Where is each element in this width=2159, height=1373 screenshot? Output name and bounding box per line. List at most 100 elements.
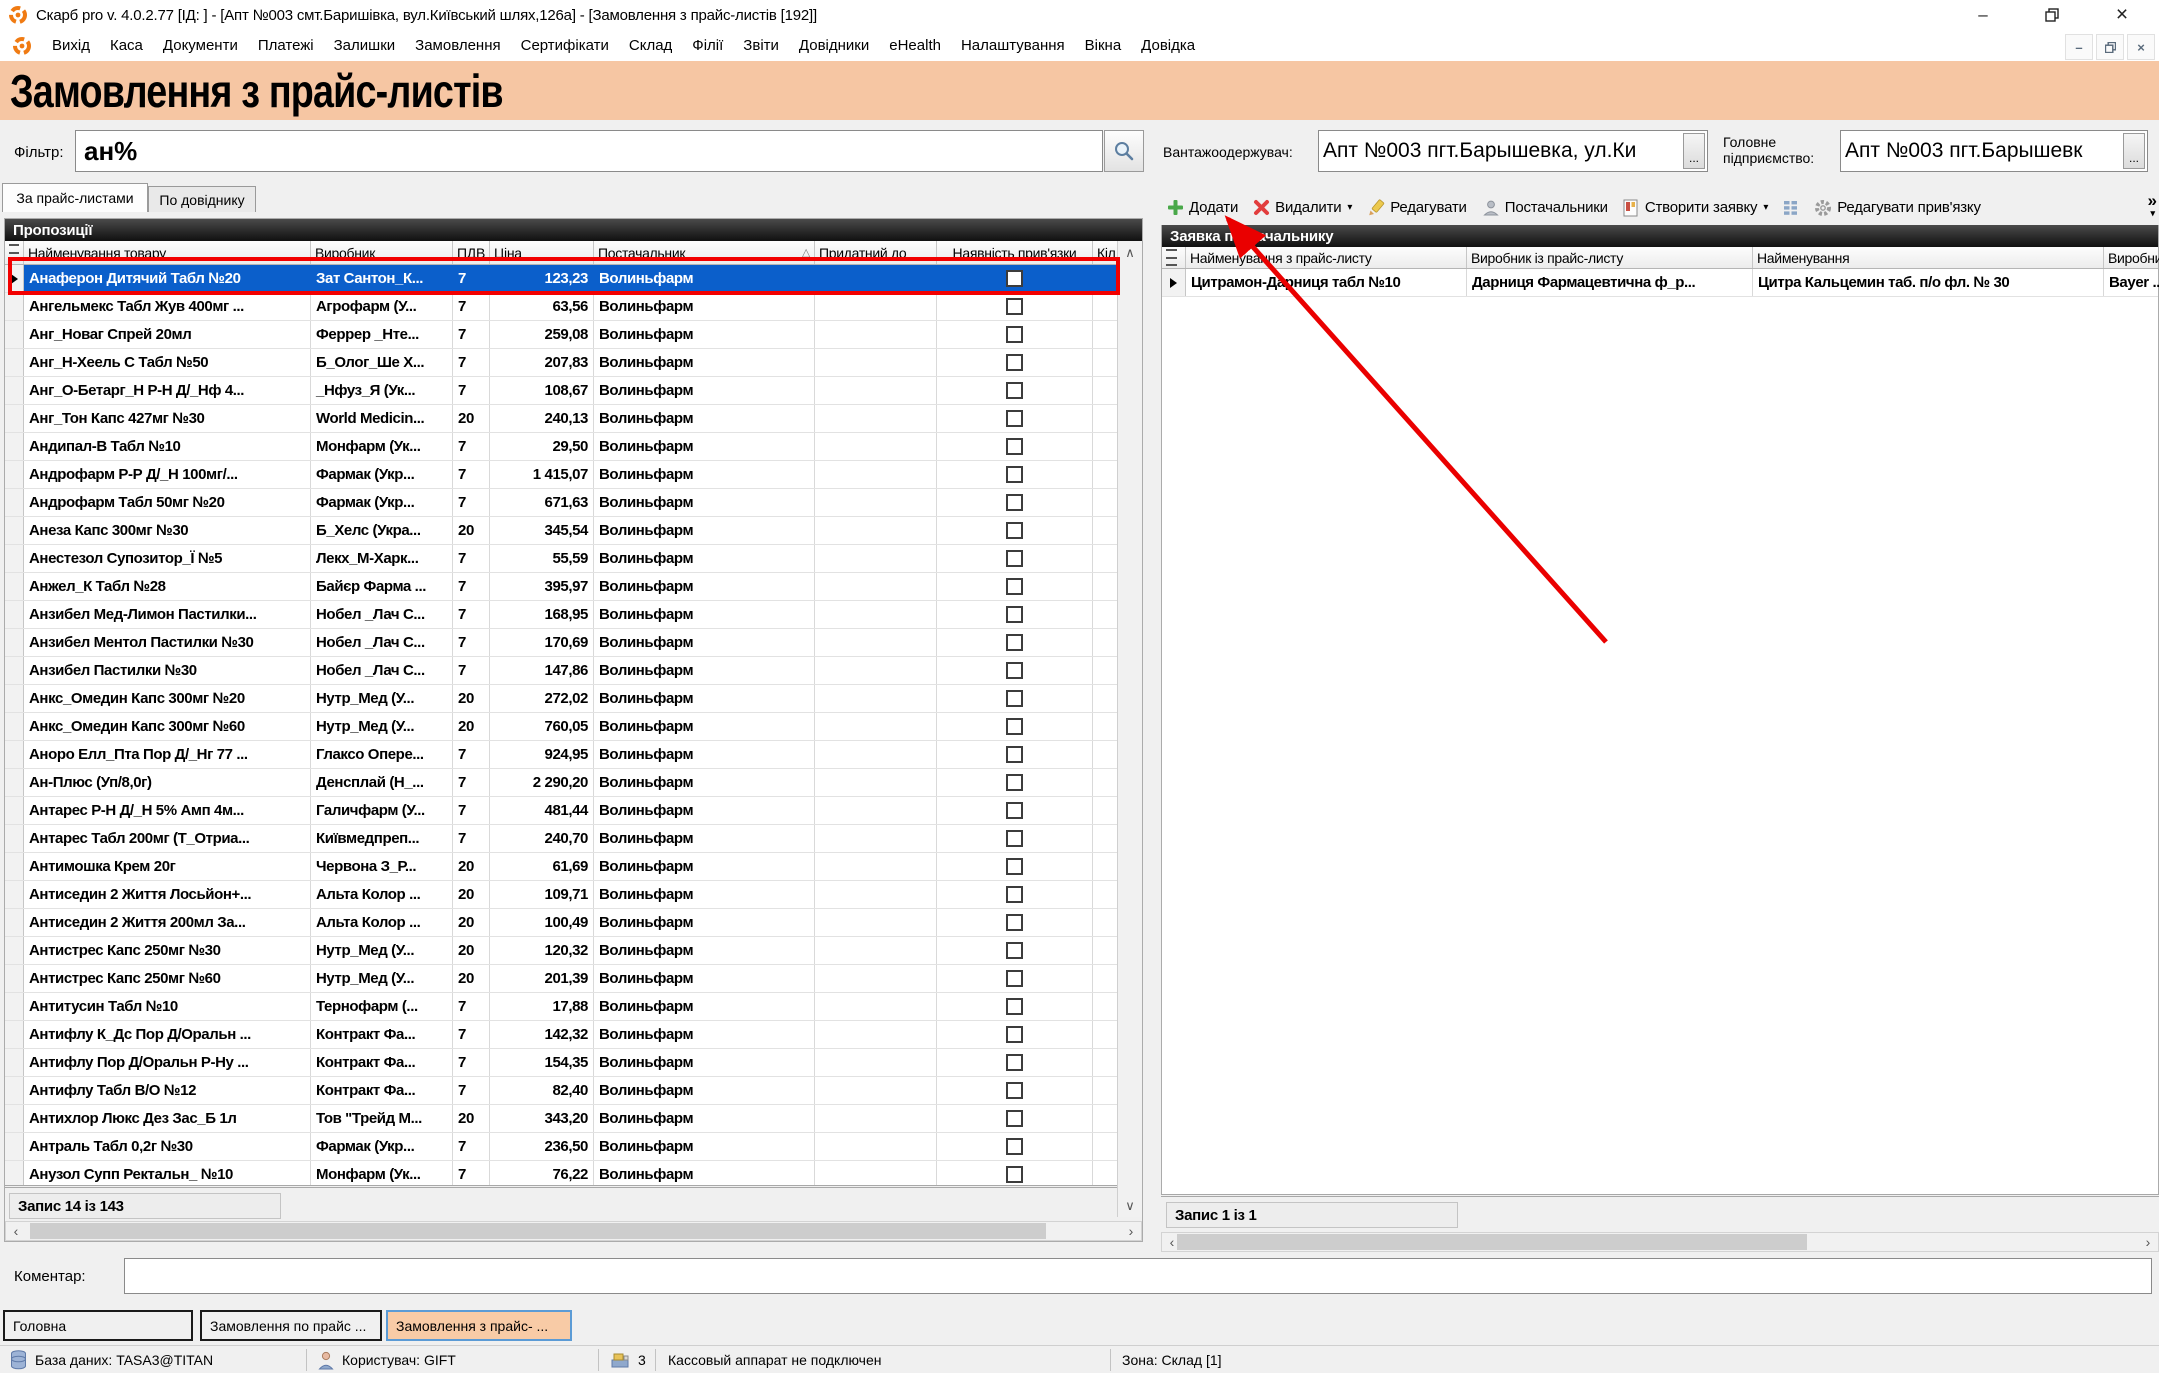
proposals-vertical-scrollbar[interactable]: ∧ ∨ xyxy=(1117,241,1142,1217)
table-row[interactable]: Анузол Супп Ректальн_ №10 Монфарм (Ук...… xyxy=(5,1161,1142,1186)
menu-item[interactable]: eHealth xyxy=(879,37,951,54)
binding-checkbox[interactable] xyxy=(1006,298,1023,315)
main-enterprise-lookup-button[interactable]: ... xyxy=(2123,133,2145,169)
scroll-left-arrow[interactable]: ‹ xyxy=(6,1222,26,1240)
close-button[interactable]: × xyxy=(2100,0,2144,30)
binding-checkbox[interactable] xyxy=(1006,830,1023,847)
binding-checkbox[interactable] xyxy=(1006,1026,1023,1043)
menu-item[interactable]: Залишки xyxy=(324,37,406,54)
binding-checkbox[interactable] xyxy=(1006,466,1023,483)
consignee-lookup-button[interactable]: ... xyxy=(1683,133,1705,169)
table-row[interactable]: Анаферон Дитячий Табл №20 Зат Сантон_К..… xyxy=(5,265,1142,293)
request-horizontal-scrollbar[interactable]: ‹ › xyxy=(1161,1232,2159,1252)
column-header-name[interactable]: Найменування xyxy=(1753,247,2104,268)
window-tab-orders-from-pricelists[interactable]: Замовлення з прайс- ... xyxy=(386,1310,572,1341)
binding-checkbox[interactable] xyxy=(1006,886,1023,903)
search-button[interactable] xyxy=(1104,130,1144,172)
restore-button[interactable] xyxy=(2030,0,2074,30)
table-row[interactable]: Анкс_Омедин Капс 300мг №60 Нутр_Мед (У..… xyxy=(5,713,1142,741)
column-header-valid-until[interactable]: Придатний до xyxy=(815,241,937,264)
scrollbar-thumb[interactable] xyxy=(1177,1234,1807,1250)
menu-item[interactable]: Довідка xyxy=(1131,37,1205,54)
mdi-restore-button[interactable] xyxy=(2096,34,2124,60)
table-row[interactable]: Антимошка Крем 20г Червона З_Р... 20 61,… xyxy=(5,853,1142,881)
comment-input[interactable] xyxy=(125,1259,2151,1293)
table-row[interactable]: Антитусин Табл №10 Тернофарм (... 7 17,8… xyxy=(5,993,1142,1021)
binding-checkbox[interactable] xyxy=(1006,634,1023,651)
column-header-name[interactable]: Найменування товару xyxy=(24,241,311,264)
table-row[interactable]: Анзибел Мед-Лимон Пастилки... Нобел _Лач… xyxy=(5,601,1142,629)
binding-checkbox[interactable] xyxy=(1006,662,1023,679)
table-row[interactable]: Анзибел Пастилки №30 Нобел _Лач С... 7 1… xyxy=(5,657,1142,685)
scroll-up-arrow[interactable]: ∧ xyxy=(1118,241,1142,264)
table-row[interactable]: Анжел_К Табл №28 Байєр Фарма ... 7 395,9… xyxy=(5,573,1142,601)
edit-binding-button[interactable]: Редагувати прив'язку xyxy=(1810,196,1985,220)
edit-button[interactable]: Редагувати xyxy=(1363,196,1471,220)
binding-checkbox[interactable] xyxy=(1006,326,1023,343)
binding-checkbox[interactable] xyxy=(1006,1110,1023,1127)
menu-item[interactable]: Замовлення xyxy=(405,37,510,54)
proposals-horizontal-scrollbar[interactable]: ‹ › xyxy=(5,1221,1142,1241)
column-header-maker[interactable]: Виробник xyxy=(311,241,453,264)
binding-checkbox[interactable] xyxy=(1006,578,1023,595)
add-button[interactable]: Додати xyxy=(1163,196,1242,219)
binding-checkbox[interactable] xyxy=(1006,270,1023,287)
binding-checkbox[interactable] xyxy=(1006,550,1023,567)
column-header-qty[interactable]: Кіл xyxy=(1093,241,1119,264)
window-tab-orders-by-price[interactable]: Замовлення по прайс ... xyxy=(200,1310,382,1341)
table-row[interactable]: Цитрамон-Дарниця табл №10 Дарниця Фармац… xyxy=(1162,269,2158,297)
table-row[interactable]: Андрофарм Табл 50мг №20 Фармак (Укр... 7… xyxy=(5,489,1142,517)
table-row[interactable]: Антистрес Капс 250мг №30 Нутр_Мед (У... … xyxy=(5,937,1142,965)
list-view-button[interactable] xyxy=(1779,197,1803,219)
binding-checkbox[interactable] xyxy=(1006,970,1023,987)
binding-checkbox[interactable] xyxy=(1006,690,1023,707)
menu-item[interactable]: Налаштування xyxy=(951,37,1075,54)
table-row[interactable]: Андипал-В Табл №10 Монфарм (Ук... 7 29,5… xyxy=(5,433,1142,461)
table-row[interactable]: Антиседин 2 Життя Лосьйон+... Альта Коло… xyxy=(5,881,1142,909)
binding-checkbox[interactable] xyxy=(1006,382,1023,399)
table-row[interactable]: Антифлу Табл В/О №12 Контракт Фа... 7 82… xyxy=(5,1077,1142,1105)
scrollbar-thumb[interactable] xyxy=(30,1223,1046,1239)
binding-checkbox[interactable] xyxy=(1006,494,1023,511)
minimize-button[interactable]: – xyxy=(1961,0,2005,30)
consignee-input[interactable] xyxy=(1319,131,1707,171)
binding-checkbox[interactable] xyxy=(1006,522,1023,539)
binding-checkbox[interactable] xyxy=(1006,1082,1023,1099)
table-row[interactable]: Анестезол Супозитор_Ї №5 Лекх_М-Харк... … xyxy=(5,545,1142,573)
table-row[interactable]: Антихлор Люкс Дез Зас_Б 1л Тов "Трейд М.… xyxy=(5,1105,1142,1133)
binding-checkbox[interactable] xyxy=(1006,1054,1023,1071)
menu-item[interactable]: Довідники xyxy=(789,37,879,54)
suppliers-button[interactable]: Постачальники xyxy=(1478,196,1612,220)
mdi-minimize-button[interactable]: – xyxy=(2065,34,2093,60)
create-request-button[interactable]: Створити заявку ▾ xyxy=(1619,196,1772,220)
table-row[interactable]: Анг_Тон Капс 427мг №30 World Medicin... … xyxy=(5,405,1142,433)
menu-item[interactable]: Каса xyxy=(100,37,153,54)
tab-by-directory[interactable]: По довіднику xyxy=(148,186,256,212)
binding-checkbox[interactable] xyxy=(1006,438,1023,455)
menu-item[interactable]: Звіти xyxy=(733,37,789,54)
column-header-binding[interactable]: Наявність прив'язки xyxy=(937,241,1093,264)
menu-item[interactable]: Вікна xyxy=(1075,37,1132,54)
table-row[interactable]: Анг_О-Бетарг_Н Р-Н Д/_Нф 4... _Нфуз_Я (У… xyxy=(5,377,1142,405)
binding-checkbox[interactable] xyxy=(1006,606,1023,623)
menu-item[interactable]: Вихід xyxy=(42,37,100,54)
table-row[interactable]: Ангельмекс Табл Жув 400мг ... Агрофарм (… xyxy=(5,293,1142,321)
scroll-right-arrow[interactable]: › xyxy=(2138,1233,2158,1251)
binding-checkbox[interactable] xyxy=(1006,858,1023,875)
column-header-name-from-pricelist[interactable]: Найменування з прайс-листу xyxy=(1186,247,1467,268)
menu-item[interactable]: Сертифікати xyxy=(511,37,619,54)
column-header-maker[interactable]: Виробник xyxy=(2104,247,2159,268)
binding-checkbox[interactable] xyxy=(1006,802,1023,819)
binding-checkbox[interactable] xyxy=(1006,410,1023,427)
table-row[interactable]: Антарес Табл 200мг (Т_Отриа... Київмедпр… xyxy=(5,825,1142,853)
window-tab-home[interactable]: Головна xyxy=(3,1310,193,1341)
table-row[interactable]: Анг_Н-Хеель С Табл №50 Б_Олог_Ше Х... 7 … xyxy=(5,349,1142,377)
table-row[interactable]: Анкс_Омедин Капс 300мг №20 Нутр_Мед (У..… xyxy=(5,685,1142,713)
column-header-price[interactable]: Ціна xyxy=(490,241,594,264)
toolbar-overflow-button[interactable]: » ▾ xyxy=(2148,192,2157,218)
table-row[interactable]: Антифлу Пор Д/Оральн Р-Ну ... Контракт Ф… xyxy=(5,1049,1142,1077)
table-row[interactable]: Антистрес Капс 250мг №60 Нутр_Мед (У... … xyxy=(5,965,1142,993)
menu-item[interactable]: Склад xyxy=(619,37,682,54)
table-row[interactable]: Антарес Р-Н Д/_Н 5% Амп 4м... Галичфарм … xyxy=(5,797,1142,825)
table-row[interactable]: Аноро Елл_Пта Пор Д/_Нг 77 ... Глаксо Оп… xyxy=(5,741,1142,769)
